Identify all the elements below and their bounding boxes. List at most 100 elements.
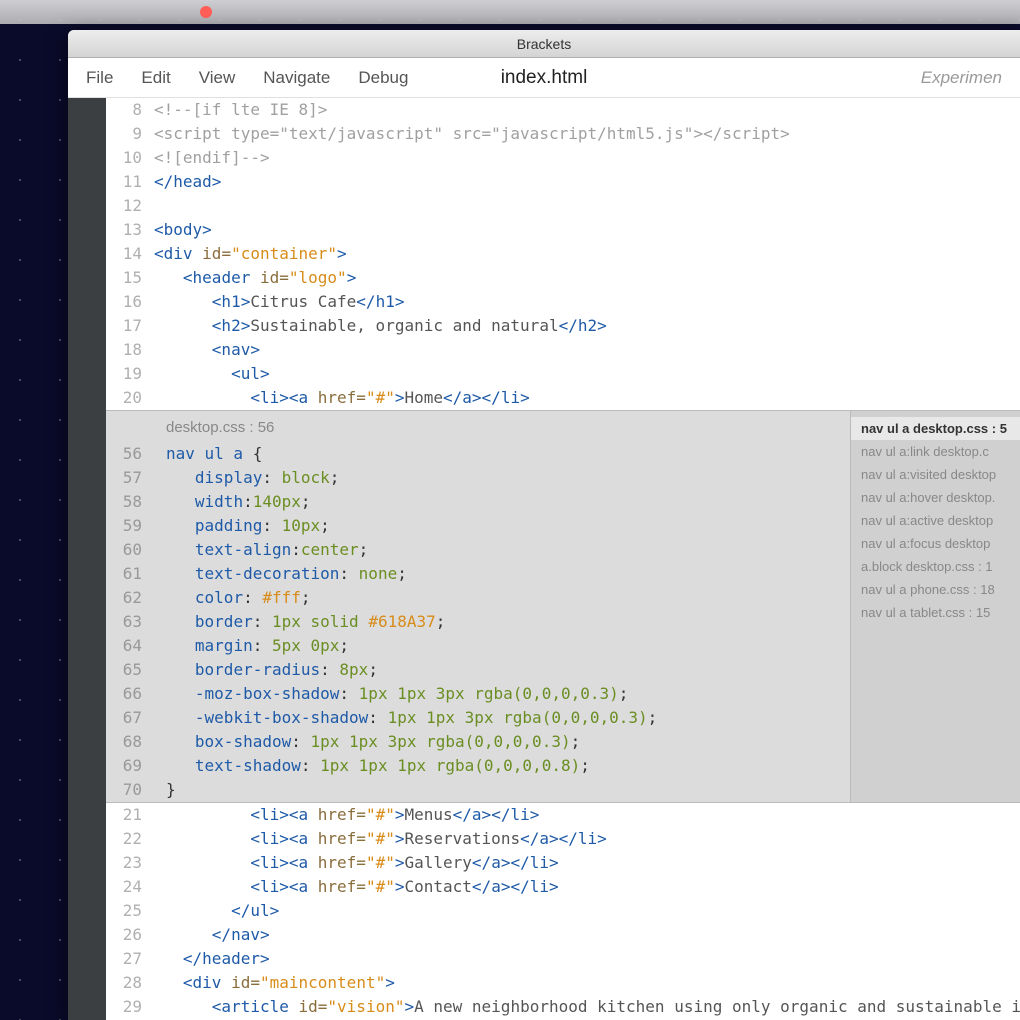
code-line[interactable]: 28 <div id="maincontent"> [106,971,1020,995]
code-line[interactable]: 59 padding: 10px; [106,514,850,538]
code-line[interactable]: 65 border-radius: 8px; [106,658,850,682]
code-line[interactable]: 19 <ul> [106,362,1020,386]
line-number: 16 [106,290,154,314]
code-content[interactable] [154,194,1020,218]
rule-item[interactable]: nav ul a desktop.css : 5 [851,417,1020,440]
code-line[interactable]: 18 <nav> [106,338,1020,362]
line-number: 25 [106,899,154,923]
code-content[interactable]: <div id="container"> [154,242,1020,266]
code-line[interactable]: 24 <li><a href="#">Contact</a></li> [106,875,1020,899]
code-content[interactable]: <li><a href="#">Contact</a></li> [154,875,1020,899]
line-number: 64 [106,634,154,658]
inline-css-editor[interactable]: desktop.css : 56 56nav ul a {57 display:… [106,410,1020,803]
menu-view[interactable]: View [199,68,236,88]
code-content[interactable]: <li><a href="#">Reservations</a></li> [154,827,1020,851]
code-line[interactable]: 64 margin: 5px 0px; [106,634,850,658]
code-line[interactable]: 20 <li><a href="#">Home</a></li> [106,386,1020,410]
code-line[interactable]: 26 </nav> [106,923,1020,947]
code-line[interactable]: 14<div id="container"> [106,242,1020,266]
window-titlebar[interactable]: Brackets [68,30,1020,58]
code-line[interactable]: 17 <h2>Sustainable, organic and natural<… [106,314,1020,338]
code-content[interactable]: <header id="logo"> [154,266,1020,290]
code-editor[interactable]: 8<!--[if lte IE 8]>9<script type="text/j… [106,98,1020,1020]
code-content[interactable]: color: #fff; [154,586,850,610]
menu-debug[interactable]: Debug [358,68,408,88]
code-line[interactable]: 63 border: 1px solid #618A37; [106,610,850,634]
code-content[interactable]: padding: 10px; [154,514,850,538]
code-content[interactable]: <body> [154,218,1020,242]
rule-item[interactable]: nav ul a phone.css : 18 [851,578,1020,601]
code-line[interactable]: 57 display: block; [106,466,850,490]
code-content[interactable]: </ul> [154,899,1020,923]
sidebar[interactable] [68,98,106,1020]
code-line[interactable]: 10<![endif]--> [106,146,1020,170]
code-content[interactable]: } [154,778,850,802]
code-content[interactable]: border: 1px solid #618A37; [154,610,850,634]
code-content[interactable]: nav ul a { [154,442,850,466]
rule-item[interactable]: nav ul a:hover desktop. [851,486,1020,509]
code-content[interactable]: -webkit-box-shadow: 1px 1px 3px rgba(0,0… [154,706,850,730]
code-line[interactable]: 22 <li><a href="#">Reservations</a></li> [106,827,1020,851]
code-line[interactable]: 21 <li><a href="#">Menus</a></li> [106,803,1020,827]
code-line[interactable]: 13<body> [106,218,1020,242]
code-line[interactable]: 70} [106,778,850,802]
code-content[interactable]: <li><a href="#">Gallery</a></li> [154,851,1020,875]
code-content[interactable]: <h2>Sustainable, organic and natural</h2… [154,314,1020,338]
rule-item[interactable]: nav ul a tablet.css : 15 [851,601,1020,624]
code-line[interactable]: 11</head> [106,170,1020,194]
code-line[interactable]: 8<!--[if lte IE 8]> [106,98,1020,122]
code-content[interactable]: margin: 5px 0px; [154,634,850,658]
code-content[interactable]: <article id="vision">A new neighborhood … [154,995,1020,1019]
rule-item[interactable]: nav ul a:visited desktop [851,463,1020,486]
code-line[interactable]: 61 text-decoration: none; [106,562,850,586]
line-number: 66 [106,682,154,706]
code-line[interactable]: 15 <header id="logo"> [106,266,1020,290]
code-line[interactable]: 69 text-shadow: 1px 1px 1px rgba(0,0,0,0… [106,754,850,778]
code-line[interactable]: 68 box-shadow: 1px 1px 3px rgba(0,0,0,0.… [106,730,850,754]
code-content[interactable]: </nav> [154,923,1020,947]
code-line[interactable]: 66 -moz-box-shadow: 1px 1px 3px rgba(0,0… [106,682,850,706]
rule-item[interactable]: nav ul a:focus desktop [851,532,1020,555]
code-line[interactable]: 67 -webkit-box-shadow: 1px 1px 3px rgba(… [106,706,850,730]
code-content[interactable]: -moz-box-shadow: 1px 1px 3px rgba(0,0,0,… [154,682,850,706]
code-content[interactable]: <ul> [154,362,1020,386]
code-content[interactable]: text-shadow: 1px 1px 1px rgba(0,0,0,0.8)… [154,754,850,778]
line-number: 15 [106,266,154,290]
line-number: 60 [106,538,154,562]
experimental-label: Experimen [921,68,1002,88]
code-line[interactable]: 29 <article id="vision">A new neighborho… [106,995,1020,1019]
code-content[interactable]: text-align:center; [154,538,850,562]
code-content[interactable]: border-radius: 8px; [154,658,850,682]
code-content[interactable]: <div id="maincontent"> [154,971,1020,995]
code-content[interactable]: <li><a href="#">Menus</a></li> [154,803,1020,827]
code-line[interactable]: 56nav ul a { [106,442,850,466]
code-line[interactable]: 58 width:140px; [106,490,850,514]
menu-navigate[interactable]: Navigate [263,68,330,88]
code-content[interactable]: <nav> [154,338,1020,362]
rule-item[interactable]: nav ul a:active desktop [851,509,1020,532]
code-line[interactable]: 12 [106,194,1020,218]
code-content[interactable]: <li><a href="#">Home</a></li> [154,386,1020,410]
code-content[interactable]: <script type="text/javascript" src="java… [154,122,1020,146]
code-line[interactable]: 9<script type="text/javascript" src="jav… [106,122,1020,146]
code-content[interactable]: <![endif]--> [154,146,1020,170]
code-line[interactable]: 16 <h1>Citrus Cafe</h1> [106,290,1020,314]
code-line[interactable]: 62 color: #fff; [106,586,850,610]
menu-file[interactable]: File [86,68,113,88]
line-number: 65 [106,658,154,682]
code-content[interactable]: </head> [154,170,1020,194]
code-content[interactable]: <h1>Citrus Cafe</h1> [154,290,1020,314]
code-line[interactable]: 25 </ul> [106,899,1020,923]
code-line[interactable]: 27 </header> [106,947,1020,971]
code-content[interactable]: width:140px; [154,490,850,514]
code-content[interactable]: </header> [154,947,1020,971]
code-content[interactable]: display: block; [154,466,850,490]
code-line[interactable]: 23 <li><a href="#">Gallery</a></li> [106,851,1020,875]
rule-item[interactable]: nav ul a:link desktop.c [851,440,1020,463]
code-content[interactable]: box-shadow: 1px 1px 3px rgba(0,0,0,0.3); [154,730,850,754]
menu-edit[interactable]: Edit [141,68,170,88]
code-content[interactable]: <!--[if lte IE 8]> [154,98,1020,122]
code-content[interactable]: text-decoration: none; [154,562,850,586]
rule-item[interactable]: a.block desktop.css : 1 [851,555,1020,578]
code-line[interactable]: 60 text-align:center; [106,538,850,562]
